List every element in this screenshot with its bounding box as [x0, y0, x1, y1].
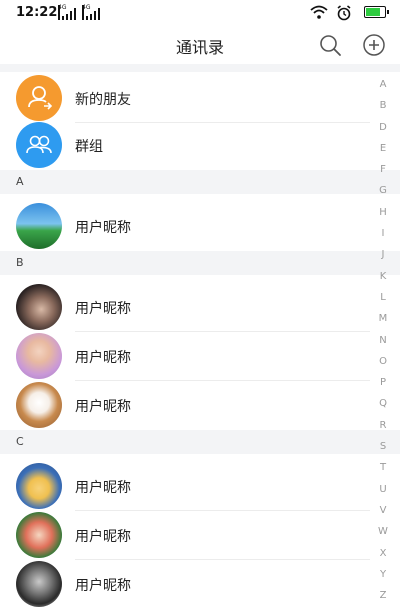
index-letter[interactable]: T [376, 457, 390, 478]
battery-icon [364, 6, 389, 18]
contact-name: 用户昵称 [75, 480, 131, 496]
child-avatar [16, 333, 62, 379]
landscape-avatar [16, 203, 62, 249]
index-letter[interactable]: X [376, 543, 390, 564]
index-letter[interactable]: F [376, 159, 390, 180]
group-label: 群组 [75, 139, 103, 155]
contact-item[interactable]: 用户昵称 [0, 560, 400, 608]
section-letter: C [16, 435, 24, 448]
section-letter: A [16, 175, 24, 188]
divider [0, 64, 400, 72]
network-type-label: 4G [58, 5, 66, 20]
index-letter[interactable]: D [376, 117, 390, 138]
index-letter[interactable]: E [376, 138, 390, 159]
contact-name: 用户昵称 [75, 529, 131, 545]
signal-icon: 4G [82, 5, 100, 20]
index-letter[interactable]: J [376, 244, 390, 265]
contact-name: 用户昵称 [75, 399, 131, 415]
index-letter[interactable]: L [376, 287, 390, 308]
index-letter[interactable]: N [376, 330, 390, 351]
contact-item[interactable]: 用户昵称 [0, 283, 400, 332]
status-bar: 12:22 4G 4G [0, 0, 400, 26]
add-user-icon [16, 75, 62, 121]
contact-item[interactable]: 用户昵称 [0, 332, 400, 381]
contact-item[interactable]: 用户昵称 [0, 462, 400, 511]
status-time: 12:22 [16, 5, 58, 20]
new-friends-label: 新的朋友 [75, 92, 131, 108]
index-letter[interactable]: U [376, 479, 390, 500]
signal-icon: 4G [58, 5, 76, 20]
contact-item[interactable]: 用户昵称 [0, 511, 400, 560]
cartoon-avatar [16, 463, 62, 509]
index-letter[interactable]: P [376, 372, 390, 393]
wifi-icon [310, 5, 328, 19]
network-type-label: 4G [82, 5, 90, 20]
group-item[interactable]: 群组 [0, 121, 400, 169]
dog-avatar [16, 382, 62, 428]
contact-item[interactable]: 用户昵称 [0, 381, 400, 429]
alphabet-index[interactable]: A B D E F G H I J K L M N O P Q R S T U … [376, 74, 390, 606]
index-letter[interactable]: I [376, 223, 390, 244]
index-letter[interactable]: V [376, 500, 390, 521]
contact-name: 用户昵称 [75, 578, 131, 594]
group-icon [16, 122, 62, 168]
index-letter[interactable]: M [376, 308, 390, 329]
index-letter[interactable]: A [376, 74, 390, 95]
anime-avatar [16, 512, 62, 558]
add-icon[interactable] [362, 33, 386, 57]
section-header-c: C [0, 430, 400, 454]
index-letter[interactable]: B [376, 95, 390, 116]
contact-name: 用户昵称 [75, 350, 131, 366]
search-icon[interactable] [318, 33, 342, 57]
index-letter[interactable]: Z [376, 585, 390, 606]
index-letter[interactable]: G [376, 180, 390, 201]
new-friends-item[interactable]: 新的朋友 [0, 74, 400, 123]
portrait-avatar [16, 561, 62, 607]
index-letter[interactable]: H [376, 202, 390, 223]
index-letter[interactable]: Q [376, 393, 390, 414]
section-letter: B [16, 256, 24, 269]
index-letter[interactable]: R [376, 415, 390, 436]
index-letter[interactable]: O [376, 351, 390, 372]
index-letter[interactable]: W [376, 521, 390, 542]
girl-avatar [16, 284, 62, 330]
contact-name: 用户昵称 [75, 301, 131, 317]
nav-bar: 通讯录 [0, 26, 400, 64]
contact-item[interactable]: 用户昵称 [0, 202, 400, 250]
section-header-b: B [0, 251, 400, 275]
alarm-icon [337, 5, 351, 21]
index-letter[interactable]: Y [376, 564, 390, 585]
section-header-a: A [0, 170, 400, 194]
index-letter[interactable]: S [376, 436, 390, 457]
contact-name: 用户昵称 [75, 220, 131, 236]
index-letter[interactable]: K [376, 266, 390, 287]
